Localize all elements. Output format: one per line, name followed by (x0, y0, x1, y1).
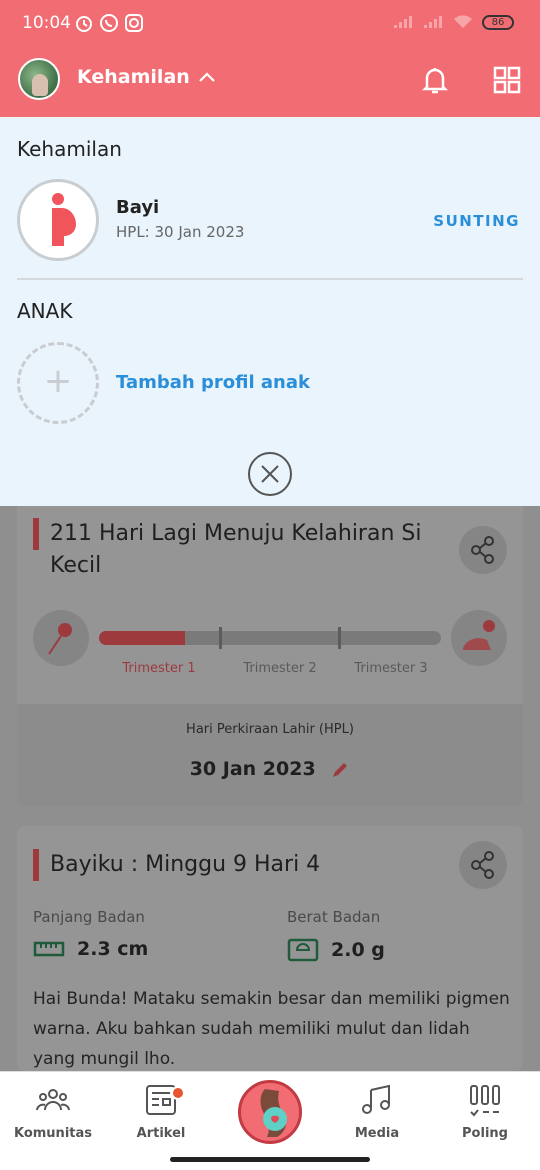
signal-icon-2 (424, 16, 442, 28)
nav-item-komunitas[interactable]: Komunitas (8, 1082, 98, 1141)
chevron-up-icon (199, 72, 215, 82)
share-icon (471, 536, 494, 564)
pregnant-woman-icon (50, 193, 76, 246)
instagram-icon (125, 14, 143, 32)
length-metric: 2.3 cm (33, 938, 148, 960)
add-child-circle[interactable]: + (17, 342, 99, 424)
divider (17, 278, 523, 280)
pregnancy-icon (260, 1089, 287, 1137)
pregnancy-avatar[interactable] (17, 179, 99, 261)
length-value: 2.3 cm (77, 938, 149, 960)
share-button[interactable] (459, 841, 507, 889)
nav-item-media[interactable]: Media (332, 1082, 422, 1141)
baby-description: Hai Bunda! Mataku semakin besar dan memi… (33, 989, 510, 1069)
crawling-baby-icon (451, 610, 507, 666)
ruler-icon (33, 941, 65, 957)
bottom-nav: Komunitas Artikel Media Poling (0, 1071, 540, 1170)
profile-switcher[interactable]: Kehamilan (77, 66, 216, 88)
home-indicator[interactable] (170, 1157, 370, 1162)
nav-item-pregnancy[interactable] (238, 1080, 302, 1144)
bell-icon[interactable] (415, 60, 455, 100)
signal-icon (394, 16, 412, 28)
close-panel-button[interactable] (248, 452, 292, 496)
status-bar: 10:04 86 (0, 0, 540, 48)
nav-label: Poling (462, 1126, 508, 1141)
baby-info-card: Bayiku : Minggu 9 Hari 4 Panjang Badan 2… (17, 826, 523, 1071)
nav-item-poling[interactable]: Poling (440, 1082, 530, 1141)
countdown-card: 211 Hari Lagi Menuju Kelahiran Si Kecil … (17, 506, 523, 806)
hpl-date[interactable]: 30 Jan 2023 (17, 758, 523, 780)
nav-label: Komunitas (13, 1126, 92, 1141)
countdown-title-line2: Kecil (50, 553, 102, 578)
wifi-icon (454, 15, 472, 28)
add-child-button[interactable]: Tambah profil anak (116, 372, 310, 393)
hpl-date-value: 30 Jan 2023 (189, 758, 316, 780)
length-label: Panjang Badan (33, 908, 145, 926)
trimester-label-1: Trimester 1 (122, 661, 196, 676)
pregnancy-section-title: Kehamilan (17, 137, 122, 161)
pencil-icon (333, 762, 348, 777)
nav-label: Artikel (136, 1126, 186, 1141)
weight-label: Berat Badan (287, 908, 381, 926)
notification-badge (171, 1086, 185, 1100)
grid-menu-icon[interactable] (487, 60, 527, 100)
trimester-separator (338, 627, 341, 649)
share-icon (471, 851, 494, 879)
hpl-label: Hari Perkiraan Lahir (HPL) (186, 722, 354, 737)
countdown-title: 211 Hari Lagi Menuju Kelahiran Si Kecil (50, 518, 421, 582)
app-header: Kehamilan (0, 48, 540, 117)
title-accent (33, 518, 39, 550)
top-bar: 10:04 86 Kehamilan (0, 0, 540, 117)
baby-hpl: HPL: 30 Jan 2023 (116, 223, 245, 241)
status-time: 10:04 (22, 13, 71, 33)
share-button[interactable] (459, 526, 507, 574)
trimester-progress-fill (99, 631, 185, 645)
whatsapp-icon (100, 14, 118, 32)
weight-metric: 2.0 g (287, 938, 385, 962)
fetus-icon (33, 610, 89, 666)
weight-value: 2.0 g (331, 939, 385, 961)
trimester-label-3: Trimester 3 (354, 661, 428, 676)
trimester-separator (219, 627, 222, 649)
edit-pregnancy-button[interactable]: SUNTING (433, 212, 520, 230)
plus-icon: + (43, 361, 73, 401)
nav-item-artikel[interactable]: Artikel (116, 1082, 206, 1141)
hpl-section: Hari Perkiraan Lahir (HPL) 30 Jan 2023 (17, 704, 523, 806)
baby-card-title: Bayiku : Minggu 9 Hari 4 (50, 852, 321, 877)
battery-indicator: 86 (482, 14, 514, 30)
baby-name: Bayi (116, 197, 160, 218)
countdown-title-line1: 211 Hari Lagi Menuju Kelahiran Si (50, 521, 422, 546)
music-note-icon (362, 1084, 390, 1114)
people-icon (36, 1089, 70, 1111)
header-title: Kehamilan (77, 66, 190, 88)
poll-icon (470, 1085, 500, 1117)
close-icon (261, 465, 279, 483)
title-accent (33, 849, 39, 881)
children-section-title: ANAK (17, 299, 73, 323)
avatar[interactable] (18, 58, 60, 100)
trimester-label-2: Trimester 2 (243, 661, 317, 676)
scale-icon (287, 938, 319, 962)
profile-panel: Kehamilan Bayi HPL: 30 Jan 2023 SUNTING … (0, 117, 540, 506)
alarm-icon (76, 16, 92, 32)
trimester-progress (99, 627, 441, 649)
nav-label: Media (354, 1126, 400, 1141)
